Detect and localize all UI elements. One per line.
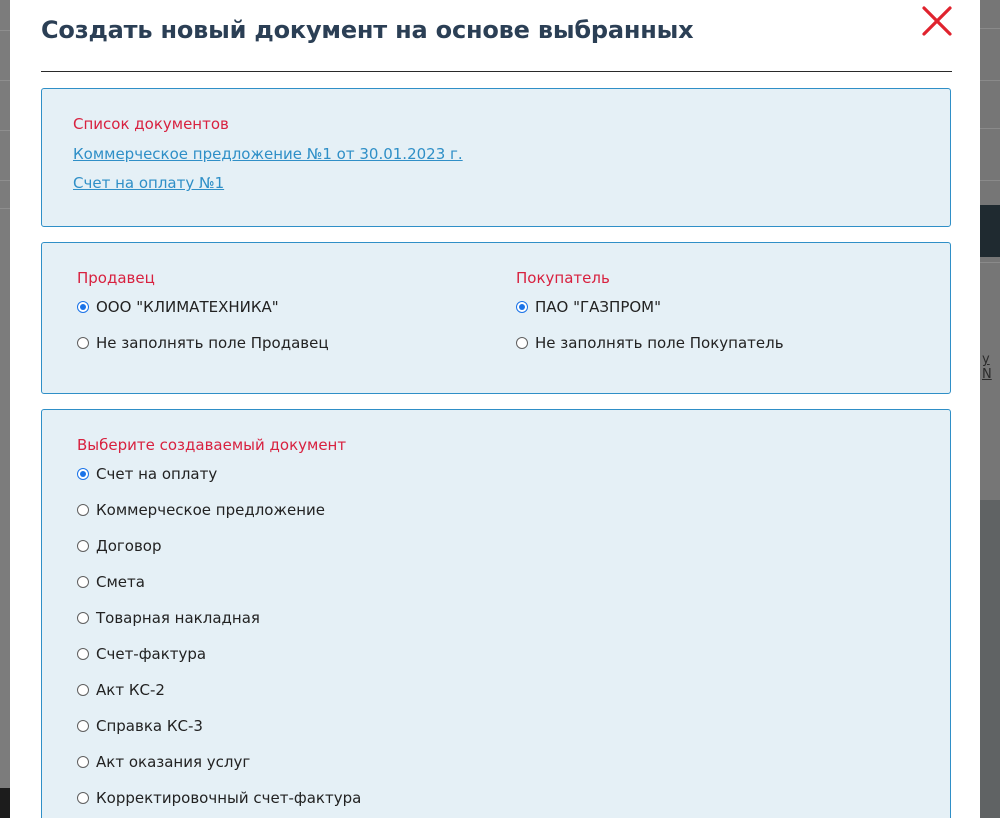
radio-label: Договор [96, 537, 162, 555]
radio-label: Корректировочный счет-фактура [96, 789, 362, 807]
radio-unchecked-icon [77, 792, 89, 804]
document-link-commercial-offer[interactable]: Коммерческое предложение №1 от 30.01.202… [73, 145, 463, 163]
radio-label: Смета [96, 573, 145, 591]
radio-label: Акт КС-2 [96, 681, 165, 699]
background-link-fragment: y N [982, 352, 992, 382]
radio-label: Счет-фактура [96, 645, 207, 663]
background-app-left [0, 0, 10, 818]
seller-option-company[interactable]: ООО "КЛИМАТЕХНИКА" [77, 298, 279, 316]
radio-unchecked-icon [77, 576, 89, 588]
doc-type-option-waybill[interactable]: Товарная накладная [77, 609, 260, 627]
close-button[interactable] [918, 2, 956, 40]
document-type-panel: Выберите создаваемый документ Счет на оп… [41, 409, 951, 818]
document-link-invoice[interactable]: Счет на оплату №1 [73, 174, 224, 192]
radio-label: ПАО "ГАЗПРОМ" [535, 298, 662, 316]
doc-type-option-commercial-offer[interactable]: Коммерческое предложение [77, 501, 325, 519]
doc-type-option-tax-invoice[interactable]: Счет-фактура [77, 645, 206, 663]
radio-label: Счет на оплату [96, 465, 218, 483]
radio-unchecked-icon [77, 337, 89, 349]
radio-checked-icon [77, 468, 89, 480]
radio-label: Не заполнять поле Продавец [96, 334, 329, 352]
background-app-right: y N [980, 0, 1000, 818]
doc-type-option-correction-invoice[interactable]: Корректировочный счет-фактура [77, 789, 361, 807]
radio-unchecked-icon [77, 612, 89, 624]
documents-panel: Список документов Коммерческое предложен… [41, 88, 951, 227]
radio-checked-icon [77, 301, 89, 313]
doc-type-option-ks2[interactable]: Акт КС-2 [77, 681, 165, 699]
seller-option-skip[interactable]: Не заполнять поле Продавец [77, 334, 329, 352]
radio-checked-icon [516, 301, 528, 313]
parties-panel: Продавец ООО "КЛИМАТЕХНИКА" Не заполнять… [41, 242, 951, 394]
doc-type-option-contract[interactable]: Договор [77, 537, 162, 555]
radio-label: Акт оказания услуг [96, 753, 251, 771]
doc-type-option-invoice[interactable]: Счет на оплату [77, 465, 217, 483]
buyer-option-skip[interactable]: Не заполнять поле Покупатель [516, 334, 784, 352]
radio-label: Товарная накладная [96, 609, 260, 627]
buyer-heading: Покупатель [516, 269, 610, 287]
radio-unchecked-icon [516, 337, 528, 349]
close-icon [922, 6, 952, 36]
radio-unchecked-icon [77, 504, 89, 516]
document-type-heading: Выберите создаваемый документ [77, 436, 347, 454]
radio-unchecked-icon [77, 720, 89, 732]
doc-type-option-estimate[interactable]: Смета [77, 573, 145, 591]
buyer-option-company[interactable]: ПАО "ГАЗПРОМ" [516, 298, 661, 316]
radio-unchecked-icon [77, 684, 89, 696]
background-footer [0, 788, 10, 818]
create-document-modal: Создать новый документ на основе выбранн… [10, 0, 980, 818]
title-divider [41, 71, 952, 72]
seller-heading: Продавец [77, 269, 155, 287]
radio-unchecked-icon [77, 756, 89, 768]
radio-label: Справка КС-3 [96, 717, 203, 735]
radio-unchecked-icon [77, 540, 89, 552]
radio-label: ООО "КЛИМАТЕХНИКА" [96, 298, 279, 316]
modal-title: Создать новый документ на основе выбранн… [41, 16, 694, 44]
radio-unchecked-icon [77, 648, 89, 660]
doc-type-option-ks3[interactable]: Справка КС-3 [77, 717, 203, 735]
radio-label: Не заполнять поле Покупатель [535, 334, 784, 352]
radio-label: Коммерческое предложение [96, 501, 325, 519]
documents-heading: Список документов [73, 115, 229, 133]
doc-type-option-services-act[interactable]: Акт оказания услуг [77, 753, 250, 771]
